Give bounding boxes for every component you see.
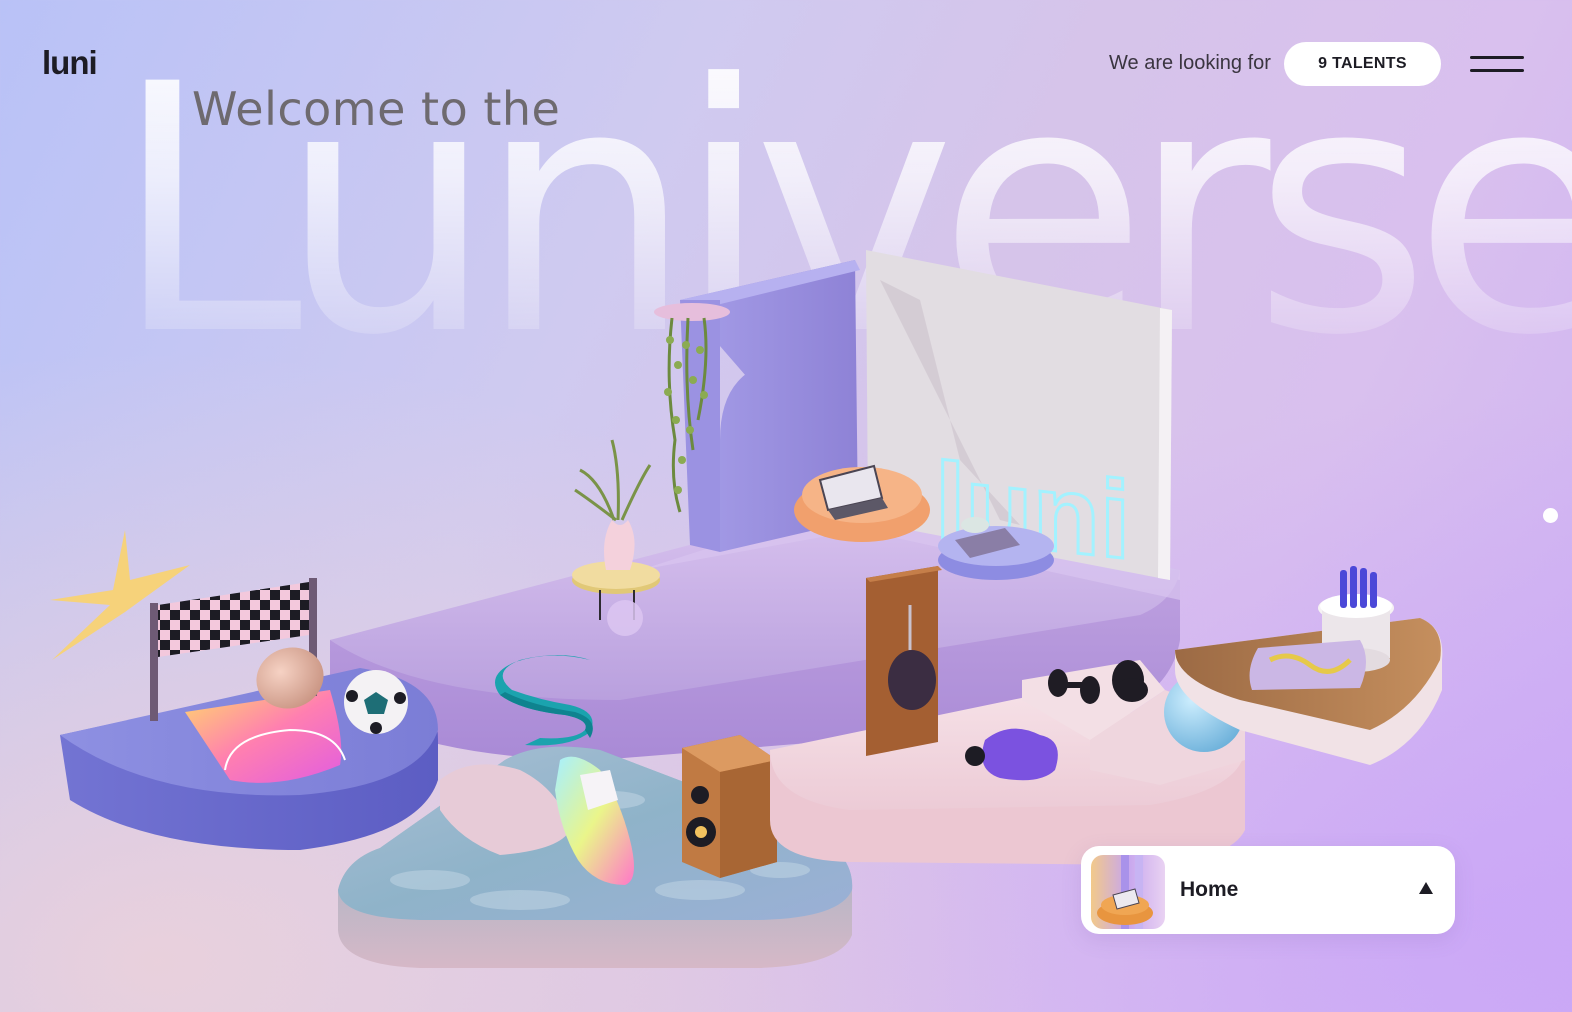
nav-card[interactable]: Home xyxy=(1081,846,1455,934)
nav-home-label: Home xyxy=(1180,878,1239,901)
caret-up-icon[interactable] xyxy=(1419,882,1433,894)
home-thumbnail xyxy=(1091,855,1165,929)
